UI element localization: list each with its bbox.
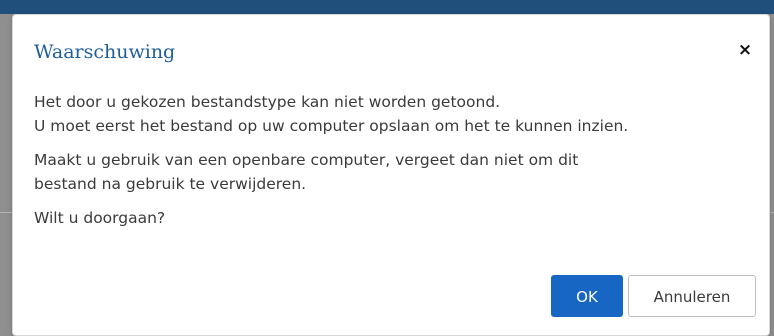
dialog-title: Waarschuwing [34,41,176,63]
warning-dialog: Waarschuwing × Het door u gekozen bestan… [12,14,770,336]
dialog-body: Het door u gekozen bestandstype kan niet… [34,90,754,240]
paragraph-2-line-2: bestand na gebruik te verwijderen. [34,175,307,193]
close-button[interactable]: × [737,40,753,60]
backdrop-header-bar [0,0,774,14]
paragraph-1-line-1: Het door u gekozen bestandstype kan niet… [34,93,501,111]
dialog-paragraph-2: Maakt u gebruik van een openbare compute… [34,148,754,196]
dialog-paragraph-1: Het door u gekozen bestandstype kan niet… [34,90,754,138]
paragraph-1-line-2: U moet eerst het bestand op uw computer … [34,117,629,135]
ok-button[interactable]: OK [551,275,623,317]
close-icon: × [737,40,753,60]
dialog-paragraph-3: Wilt u doorgaan? [34,206,754,230]
cancel-button[interactable]: Annuleren [628,275,756,317]
paragraph-3-line-1: Wilt u doorgaan? [34,209,166,227]
paragraph-2-line-1: Maakt u gebruik van een openbare compute… [34,151,579,169]
